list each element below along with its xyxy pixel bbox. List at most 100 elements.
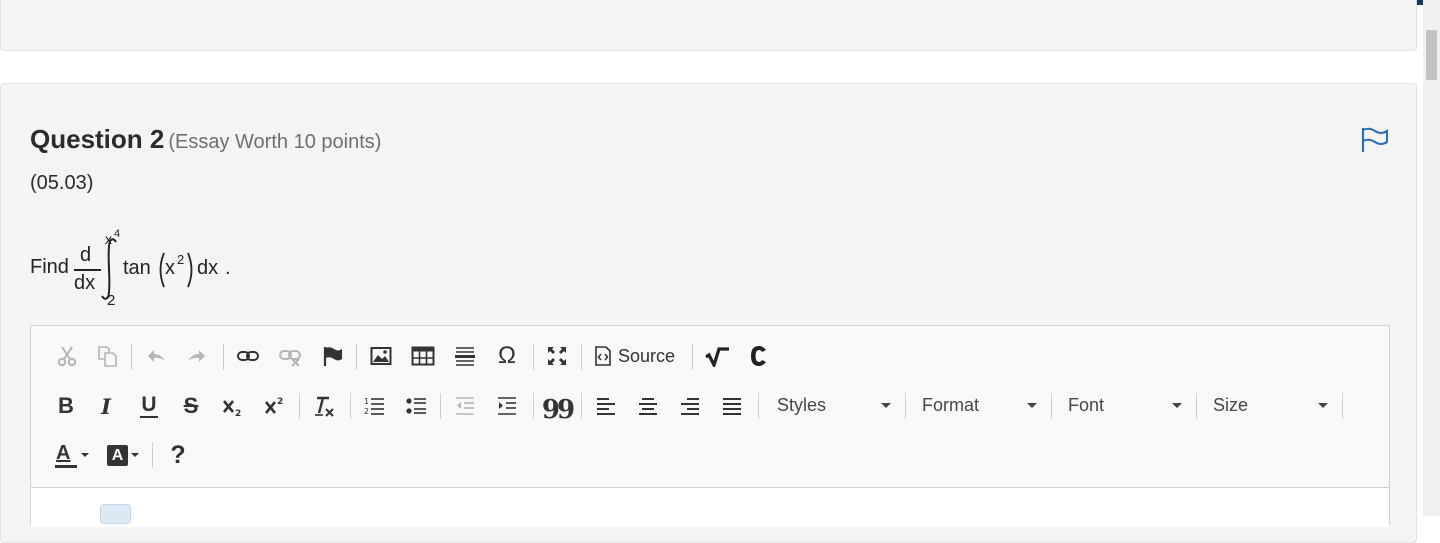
bulleted-list-button[interactable]: [403, 392, 429, 420]
align-left-icon: [597, 398, 615, 415]
italic-button[interactable]: I: [93, 392, 119, 420]
unlink-icon: [279, 350, 301, 367]
toolbar-separator: [299, 393, 300, 419]
numbered-list-icon: 1 2: [364, 397, 384, 416]
blockquote-button[interactable]: 99: [541, 392, 575, 425]
strikethrough-button[interactable]: S: [178, 392, 204, 420]
toolbar-separator: [533, 393, 534, 419]
integrand-function: tan: [123, 257, 151, 279]
math-equation-button[interactable]: [703, 343, 731, 369]
format-dropdown[interactable]: Format: [922, 390, 1040, 420]
undo-button[interactable]: [143, 343, 169, 369]
italic-icon: I: [101, 393, 111, 419]
scissors-icon: [57, 346, 77, 367]
toolbar-separator: [581, 344, 582, 370]
remove-format-button[interactable]: [311, 392, 337, 420]
quote-icon: 99: [541, 395, 575, 425]
copy-icon: [98, 346, 117, 367]
editor-widget-placeholder[interactable]: [100, 504, 131, 524]
maximize-icon: [548, 347, 566, 365]
align-right-button[interactable]: [677, 392, 703, 420]
toolbar-separator: [440, 393, 441, 419]
derivative-numerator: d: [80, 244, 92, 266]
subscript-button[interactable]: 2: [220, 392, 246, 420]
source-button[interactable]: Source: [594, 342, 684, 370]
flag-icon: [323, 347, 342, 366]
previous-question-panel: [0, 0, 1417, 51]
size-dropdown[interactable]: Size: [1213, 390, 1331, 420]
align-right-icon: [681, 398, 699, 415]
align-left-button[interactable]: [593, 392, 619, 420]
chemistry-button[interactable]: [746, 343, 772, 369]
superscript-button[interactable]: 2: [262, 392, 288, 420]
background-color-button[interactable]: A: [103, 441, 143, 469]
decrease-indent-button[interactable]: [452, 392, 478, 420]
help-icon: ?: [170, 440, 186, 469]
toolbar-separator: [758, 393, 759, 419]
question-meta: (Essay Worth 10 points): [168, 131, 382, 153]
svg-text:2: 2: [364, 407, 369, 416]
toolbar-separator: [350, 393, 351, 419]
copy-button[interactable]: [94, 343, 120, 369]
size-dropdown-label: Size: [1213, 394, 1249, 415]
svg-text:1: 1: [364, 397, 369, 406]
prompt-period: .: [225, 257, 231, 279]
maximize-button[interactable]: [544, 343, 570, 369]
numbered-list-button[interactable]: 1 2: [361, 392, 387, 420]
text-color-swatch: [55, 465, 77, 468]
horizontal-line-button[interactable]: [452, 343, 478, 369]
underline-icon: U: [141, 393, 157, 416]
special-character-button[interactable]: Ω: [494, 343, 520, 369]
editor-content-area[interactable]: [31, 487, 1389, 527]
link-icon: [237, 351, 259, 361]
justify-icon: [723, 398, 741, 415]
cut-button[interactable]: [54, 343, 80, 369]
toolbar-separator: [533, 344, 534, 370]
square-root-icon: [705, 347, 729, 367]
integrand-variable: x: [165, 257, 175, 279]
bold-icon: B: [58, 393, 74, 418]
align-center-button[interactable]: [635, 392, 661, 420]
scrollbar-thumb[interactable]: [1426, 30, 1437, 80]
text-color-button[interactable]: A: [52, 441, 92, 469]
underline-bar: [140, 416, 158, 418]
image-button[interactable]: [368, 343, 394, 369]
anchor-button[interactable]: [320, 343, 346, 369]
redo-icon: [188, 350, 205, 362]
derivative-denominator: dx: [74, 272, 96, 294]
lower-limit: 2: [107, 292, 116, 309]
outdent-icon: [456, 397, 474, 415]
font-dropdown-label: Font: [1068, 394, 1105, 415]
image-icon: [370, 347, 392, 365]
link-button[interactable]: [235, 343, 261, 369]
c-logo-icon: [751, 346, 766, 366]
justify-button[interactable]: [719, 392, 745, 420]
toolbar-separator: [223, 344, 224, 370]
upper-limit: x: [105, 231, 112, 247]
toolbar-separator: [131, 344, 132, 370]
chevron-down-icon: [81, 453, 89, 457]
redo-button[interactable]: [184, 343, 210, 369]
indent-icon: [498, 397, 516, 415]
toolbar-separator: [1342, 393, 1343, 419]
underline-button[interactable]: U: [136, 392, 162, 420]
styles-dropdown[interactable]: Styles: [777, 390, 893, 420]
toolbar-separator: [1051, 393, 1052, 419]
table-button[interactable]: [409, 343, 437, 369]
help-button[interactable]: ?: [165, 441, 191, 469]
undo-icon: [148, 350, 165, 362]
increase-indent-button[interactable]: [494, 392, 520, 420]
toolbar-separator: [152, 442, 153, 468]
toolbar-separator: [1196, 393, 1197, 419]
text-color-glyph: A: [56, 442, 71, 464]
upper-limit-power: 4: [114, 228, 121, 240]
bold-button[interactable]: B: [53, 392, 79, 420]
unlink-button[interactable]: [277, 343, 303, 369]
chevron-down-icon: [1172, 403, 1182, 408]
horizontal-rule-icon: [455, 347, 475, 366]
font-dropdown[interactable]: Font: [1068, 390, 1186, 420]
flag-question-button[interactable]: [1360, 126, 1390, 154]
chevron-down-icon: [1027, 403, 1037, 408]
question-code: (05.03): [30, 172, 94, 194]
superscript-icon: 2: [264, 397, 283, 414]
